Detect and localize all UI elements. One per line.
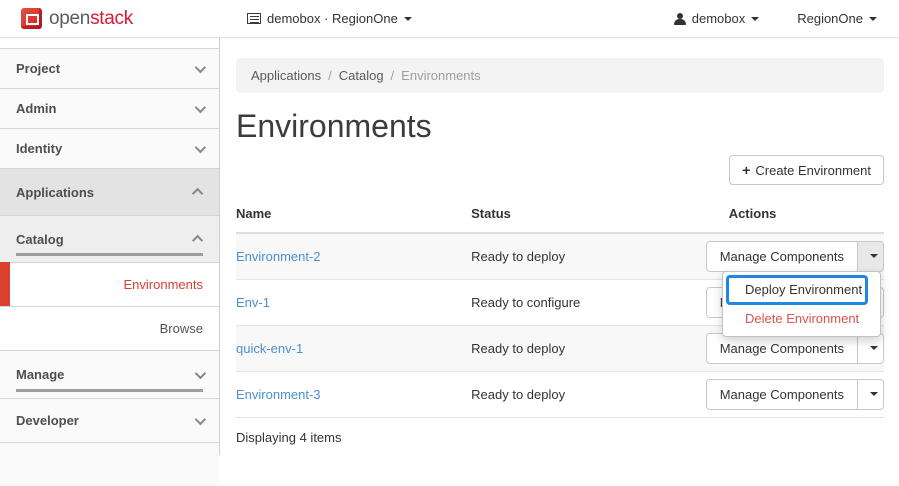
- status-cell: Ready to deploy: [471, 371, 706, 417]
- sidebar-item-label: Identity: [16, 141, 62, 156]
- create-environment-label: Create Environment: [755, 163, 871, 178]
- table-actions-bar: + Create Environment: [236, 145, 884, 197]
- openstack-logo[interactable]: openstack: [0, 8, 220, 30]
- page-title: Environments: [236, 108, 884, 145]
- user-icon: [674, 13, 686, 25]
- projects-list-icon: [247, 13, 261, 24]
- table-header-row: Name Status Actions: [236, 197, 884, 233]
- chevron-down-icon: [869, 17, 877, 21]
- sidebar: Project Admin Identity Applications Cata…: [0, 38, 220, 455]
- sidebar-item-developer[interactable]: Developer: [0, 398, 219, 442]
- breadcrumb-environments: Environments: [401, 68, 480, 83]
- sidebar-item-identity[interactable]: Identity: [0, 128, 219, 168]
- caret-down-icon: [870, 392, 878, 396]
- breadcrumb: Applications / Catalog / Environments: [236, 58, 884, 93]
- column-header-name: Name: [236, 197, 471, 233]
- active-indicator-bar: [0, 262, 10, 306]
- sidebar-item-label: Manage: [16, 367, 64, 382]
- top-header: openstack demobox · RegionOne demobox Re…: [0, 0, 899, 38]
- sidebar-item-catalog[interactable]: Catalog: [0, 215, 219, 262]
- sidebar-item-browse[interactable]: Browse: [0, 306, 219, 350]
- table-footer-count: Displaying 4 items: [236, 418, 884, 457]
- row-actions-dropdown-toggle[interactable]: [858, 241, 884, 272]
- logo-open-text: open: [49, 8, 90, 29]
- manage-components-button[interactable]: Manage Components: [706, 379, 858, 410]
- row-actions-dropdown-toggle[interactable]: [858, 379, 884, 410]
- chevron-down-icon: [195, 141, 206, 152]
- sidebar-item-label: Admin: [16, 101, 56, 116]
- chevron-down-icon: [195, 61, 206, 72]
- project-region-label: demobox · RegionOne: [267, 11, 398, 26]
- row-actions-dropdown-toggle[interactable]: [858, 333, 884, 364]
- manage-components-button[interactable]: Manage Components: [706, 333, 858, 364]
- user-menu-label: demobox: [692, 11, 745, 26]
- breadcrumb-separator: /: [328, 68, 332, 83]
- chevron-down-icon: [195, 101, 206, 112]
- breadcrumb-separator: /: [391, 68, 395, 83]
- chevron-up-icon: [192, 235, 203, 246]
- region-menu-label: RegionOne: [797, 11, 863, 26]
- main-content: Applications / Catalog / Environments En…: [221, 38, 899, 455]
- logo-stack-text: stack: [90, 8, 133, 29]
- project-region-switcher[interactable]: demobox · RegionOne: [247, 11, 412, 26]
- environment-link[interactable]: quick-env-1: [236, 341, 303, 356]
- chevron-down-icon: [404, 17, 412, 21]
- topbar-right: demobox RegionOne: [674, 11, 899, 26]
- status-cell: Ready to deploy: [471, 233, 706, 279]
- user-menu[interactable]: demobox: [674, 11, 759, 26]
- sidebar-item-label: Catalog: [16, 232, 64, 247]
- sidebar-item-environments[interactable]: Environments: [0, 262, 219, 306]
- sidebar-item-applications[interactable]: Applications: [0, 168, 219, 215]
- create-environment-button[interactable]: + Create Environment: [729, 155, 884, 185]
- breadcrumb-applications[interactable]: Applications: [251, 68, 321, 83]
- chevron-down-icon: [751, 17, 759, 21]
- caret-down-icon: [870, 346, 878, 350]
- sidebar-item-manage[interactable]: Manage: [0, 350, 219, 398]
- breadcrumb-catalog[interactable]: Catalog: [339, 68, 384, 83]
- sidebar-item-admin[interactable]: Admin: [0, 88, 219, 128]
- caret-down-icon: [870, 254, 878, 258]
- environment-link[interactable]: Environment-2: [236, 249, 321, 264]
- row-actions-group: Manage Components: [706, 241, 884, 272]
- column-header-actions: Actions: [706, 197, 884, 233]
- menu-item-delete-environment[interactable]: Delete Environment: [723, 305, 880, 330]
- sidebar-item-label: Environments: [124, 277, 203, 292]
- status-cell: Ready to deploy: [471, 325, 706, 371]
- environment-link[interactable]: Environment-3: [236, 387, 321, 402]
- chevron-down-icon: [195, 367, 206, 378]
- environment-link[interactable]: Env-1: [236, 295, 270, 310]
- row-actions-group: Manage Components: [706, 333, 884, 364]
- chevron-up-icon: [192, 188, 203, 199]
- chevron-down-icon: [195, 413, 206, 424]
- row-actions-dropdown-menu: Deploy Environment Delete Environment: [722, 271, 881, 337]
- sidebar-spacer: [0, 38, 219, 48]
- sidebar-item-label: Developer: [16, 413, 79, 428]
- status-cell: Ready to configure: [471, 279, 706, 325]
- manage-components-button[interactable]: Manage Components: [706, 241, 858, 272]
- sidebar-item-project[interactable]: Project: [0, 48, 219, 88]
- region-menu[interactable]: RegionOne: [797, 11, 877, 26]
- sidebar-item-label: Project: [16, 61, 60, 76]
- plus-icon: +: [742, 162, 750, 178]
- column-header-status: Status: [471, 197, 706, 233]
- menu-item-deploy-environment[interactable]: Deploy Environment: [726, 275, 868, 305]
- row-actions-group: Manage Components: [706, 379, 884, 410]
- openstack-cube-icon: [21, 8, 42, 29]
- sidebar-item-partial: [0, 442, 219, 486]
- table-row: Environment-3 Ready to deploy Manage Com…: [236, 371, 884, 417]
- sidebar-item-label: Applications: [16, 185, 94, 200]
- sidebar-item-label: Browse: [160, 321, 203, 336]
- openstack-wordmark: openstack: [49, 8, 133, 30]
